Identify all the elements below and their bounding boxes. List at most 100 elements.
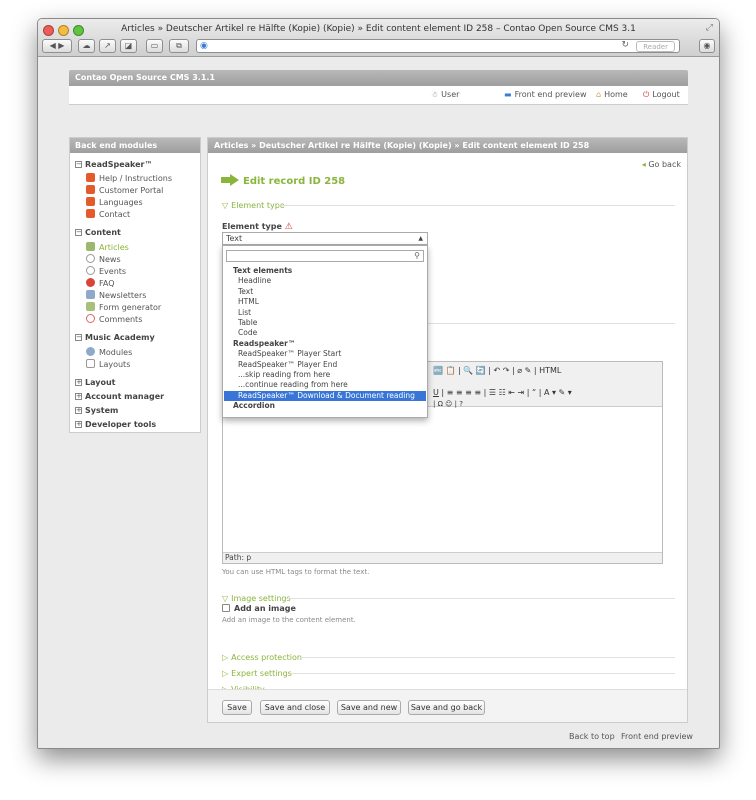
collapse-icon[interactable]: − — [75, 334, 82, 341]
dropdown-option[interactable]: Headline — [224, 276, 426, 286]
bookmarks-button[interactable]: ⧉ — [169, 39, 189, 53]
sidebar-item-articles[interactable]: Articles — [86, 242, 129, 252]
sidebar-group-music-academy[interactable]: − Music Academy — [75, 333, 155, 342]
user-link[interactable]: ☃ User — [431, 90, 459, 99]
legend-label: Element type — [231, 201, 285, 210]
dropdown-option[interactable]: ...continue reading from here — [224, 380, 426, 390]
group-label: Developer tools — [85, 420, 157, 429]
sidebar-item-help[interactable]: Help / Instructions — [86, 173, 172, 183]
save-and-go-back-button[interactable]: Save and go back — [408, 700, 485, 715]
item-label: Contact — [99, 210, 131, 219]
reader-button[interactable]: Reader — [636, 41, 675, 52]
reading-list-button[interactable]: ▭ — [146, 39, 163, 53]
add-image-checkbox[interactable]: Add an image — [222, 604, 296, 613]
group-label: System — [85, 406, 119, 415]
dropdown-option[interactable]: Text — [224, 287, 426, 297]
dropdown-option[interactable]: Table — [224, 318, 426, 328]
logout-link[interactable]: ⏻ Logout — [643, 90, 680, 100]
dropdown-option[interactable]: ReadSpeaker™ Download & Document reading — [224, 390, 426, 401]
go-back-link[interactable]: ◂ Go back — [642, 160, 681, 169]
html-hint: You can use HTML tags to format the text… — [222, 568, 370, 576]
sidebar-item-contact[interactable]: Contact — [86, 209, 130, 219]
expand-icon[interactable]: + — [75, 407, 82, 414]
share-button[interactable]: ↗ — [99, 39, 116, 53]
dropdown-option[interactable]: Code — [224, 328, 426, 338]
address-bar[interactable]: ◉ ↻ Reader — [196, 39, 680, 53]
expand-icon[interactable]: + — [75, 393, 82, 400]
item-label: Form generator — [99, 303, 162, 312]
sidebar-group-content[interactable]: − Content — [75, 228, 121, 237]
dropdown-option[interactable]: ...skip reading from here — [224, 370, 426, 380]
fullscreen-icon[interactable]: ⤢ — [706, 23, 713, 33]
icloud-tabs-button[interactable]: ☁ — [78, 39, 95, 53]
dropdown-option[interactable]: ReadSpeaker™ Player Start — [224, 349, 426, 359]
sidebar-group-layout[interactable]: + Layout — [75, 378, 115, 387]
warning-icon: ⚠ — [284, 222, 293, 232]
help-icon — [86, 173, 95, 182]
downloads-button[interactable]: ◉ — [699, 39, 715, 53]
collapsed-triangle-icon: ▷ — [222, 669, 229, 678]
app-title: Contao Open Source CMS 3.1.1 — [69, 70, 688, 86]
dropdown-option[interactable]: HTML — [224, 297, 426, 307]
footer-frontend-preview-link[interactable]: Front end preview — [621, 732, 693, 741]
sidebar-item-customer-portal[interactable]: Customer Portal — [86, 185, 163, 195]
home-link[interactable]: ⌂ Home — [596, 90, 628, 99]
item-label: Articles — [99, 243, 129, 252]
save-and-new-button[interactable]: Save and new — [337, 700, 401, 715]
user-icon: ☃ — [431, 90, 439, 99]
sidebar-group-system[interactable]: + System — [75, 406, 118, 415]
frontend-preview-link[interactable]: ▬ Front end preview — [504, 90, 587, 99]
save-and-close-button[interactable]: Save and close — [260, 700, 330, 715]
dropdown-search-input[interactable]: ⚲ — [226, 250, 424, 262]
faq-icon — [86, 278, 95, 287]
legend-access-protection[interactable]: ▷ Access protection — [222, 653, 302, 662]
sidebar-item-comments[interactable]: Comments — [86, 314, 142, 324]
item-label: Modules — [99, 348, 133, 357]
legend-expert-settings[interactable]: ▷ Expert settings — [222, 669, 292, 678]
back-forward-buttons[interactable]: ◀ ▶ — [42, 39, 72, 53]
group-label: Layout — [85, 378, 116, 387]
sidebar-group-readspeaker[interactable]: − ReadSpeaker™ — [75, 160, 153, 169]
sidebar-item-events[interactable]: Events — [86, 266, 126, 276]
expand-icon[interactable]: + — [75, 379, 82, 386]
sidebar-item-modules[interactable]: Modules — [86, 347, 132, 357]
sidebar-group-account-manager[interactable]: + Account manager — [75, 392, 164, 401]
collapse-icon[interactable]: − — [75, 161, 82, 168]
editor-tool-icons-row3[interactable]: | Ω ☺ | ? — [433, 400, 463, 408]
events-icon — [86, 266, 95, 275]
checkbox-box[interactable] — [222, 604, 230, 612]
rss-button[interactable]: ◪ — [120, 39, 137, 53]
monitor-icon: ▬ — [504, 90, 512, 99]
item-label: Languages — [99, 198, 143, 207]
element-type-label-text: Element type — [222, 222, 282, 231]
sidebar-item-form-generator[interactable]: Form generator — [86, 302, 161, 312]
back-to-top-link[interactable]: Back to top — [569, 732, 615, 741]
logout-label: Logout — [652, 90, 680, 99]
expand-icon[interactable]: + — [75, 421, 82, 428]
add-image-hint: Add an image to the content element. — [222, 616, 356, 624]
dropdown-option[interactable]: ReadSpeaker™ Player End — [224, 360, 426, 370]
legend-image-settings[interactable]: ▽ Image settings — [222, 594, 291, 603]
sidebar-item-news[interactable]: News — [86, 254, 121, 264]
group-label: Account manager — [85, 392, 165, 401]
element-type-select[interactable]: Text ▲ — [222, 232, 428, 245]
editor-tool-icons-row2[interactable]: U | ≡ ≡ ≡ ≡ | ☰ ☷ ⇤ ⇥ | “ | A ▾ ✎ ▾ — [433, 388, 572, 397]
collapse-icon[interactable]: − — [75, 229, 82, 236]
legend-element-type[interactable]: ▽ Element type — [222, 201, 285, 210]
group-label: Music Academy — [85, 333, 155, 342]
expanded-triangle-icon: ▽ — [222, 201, 229, 210]
reload-icon[interactable]: ↻ — [621, 40, 629, 50]
dropdown-option[interactable]: List — [224, 308, 426, 318]
sidebar-group-developer-tools[interactable]: + Developer tools — [75, 420, 156, 429]
dropdown-group-header: Readspeaker™ — [233, 338, 296, 348]
editor-tool-icons-row1[interactable]: 🔤 📋 | 🔍 🔄 | ↶ ↷ | ⌀ ✎ | HTML — [433, 366, 561, 375]
sidebar-item-newsletters[interactable]: Newsletters — [86, 290, 146, 300]
search-icon: ⚲ — [414, 251, 420, 260]
sidebar-item-layouts[interactable]: Layouts — [86, 359, 130, 369]
sidebar: Back end modules − ReadSpeaker™ Help / In… — [69, 137, 201, 433]
save-button[interactable]: Save — [222, 700, 252, 715]
sidebar-item-languages[interactable]: Languages — [86, 197, 143, 207]
globe-icon: ◉ — [200, 41, 208, 51]
sidebar-item-faq[interactable]: FAQ — [86, 278, 115, 288]
item-label: Events — [99, 267, 127, 276]
